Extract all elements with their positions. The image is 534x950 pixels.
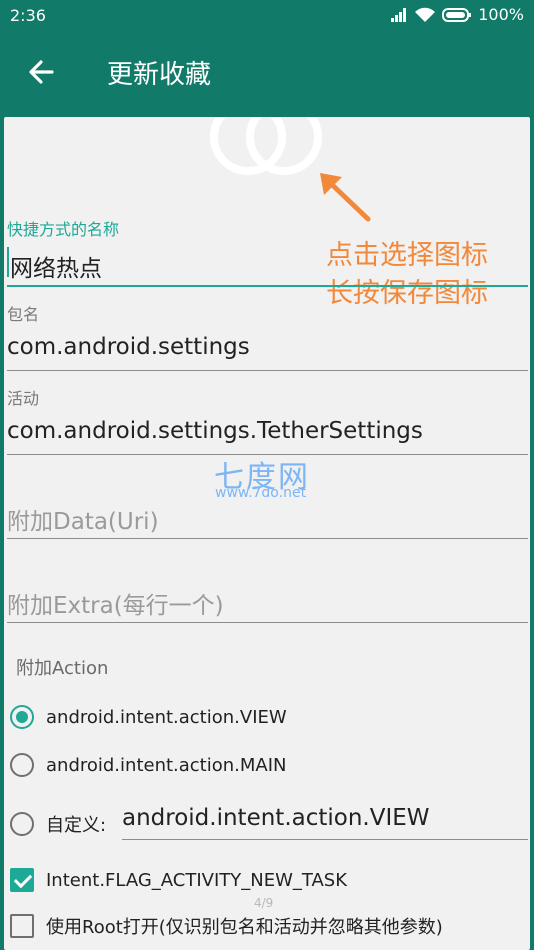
radio-action-custom[interactable]: 自定义: (10, 806, 106, 842)
radio-unselected-icon (10, 812, 34, 836)
extra-input[interactable]: 附加Extra(每行一个) (7, 582, 528, 623)
checkbox-new-task[interactable]: Intent.FLAG_ACTIVITY_NEW_TASK (10, 863, 347, 897)
back-arrow-icon[interactable] (26, 54, 58, 90)
package-label: 包名 (7, 305, 40, 324)
radio-selected-icon (10, 705, 34, 729)
battery-icon (442, 7, 472, 22)
radio-unselected-icon (10, 753, 34, 777)
action-section-label: 附加Action (16, 658, 109, 679)
extra-placeholder: 附加Extra(每行一个) (7, 593, 224, 619)
hint-arrow-icon (320, 173, 371, 222)
radio-action-view[interactable]: android.intent.action.VIEW (10, 699, 287, 735)
page-title: 更新收藏 (107, 60, 212, 90)
status-time: 2:36 (10, 6, 46, 25)
wifi-icon (415, 7, 436, 22)
checkbox-label: 使用Root打开(仅识别包名和活动并忽略其他参数) (46, 917, 443, 938)
data-uri-input[interactable]: 附加Data(Uri) (7, 498, 528, 539)
checkbox-label: Intent.FLAG_ACTIVITY_NEW_TASK (46, 869, 348, 891)
checkbox-unchecked-icon (10, 914, 34, 938)
status-icons: 100% (390, 5, 524, 24)
checkbox-checked-icon (10, 868, 34, 892)
data-uri-placeholder: 附加Data(Uri) (7, 509, 159, 535)
radio-label: android.intent.action.MAIN (46, 754, 287, 776)
activity-input[interactable]: com.android.settings.TetherSettings (7, 414, 528, 455)
radio-label: 自定义: (46, 815, 107, 836)
text-cursor (7, 247, 9, 277)
shortcut-name-input[interactable]: 网络热点 (7, 245, 528, 287)
activity-label: 活动 (7, 389, 40, 408)
radio-action-main[interactable]: android.intent.action.MAIN (10, 747, 287, 783)
shortcut-name-value: 网络热点 (10, 256, 102, 282)
checkbox-root-open[interactable]: 使用Root打开(仅识别包名和活动并忽略其他参数) (10, 909, 443, 943)
page-indicator: 4/9 (254, 896, 274, 910)
hotspot-icon[interactable] (202, 117, 332, 189)
battery-percent: 100% (478, 5, 524, 24)
package-input[interactable]: com.android.settings (7, 330, 528, 371)
signal-icon (391, 7, 407, 22)
custom-action-value: android.intent.action.VIEW (122, 805, 430, 831)
package-value: com.android.settings (7, 334, 250, 360)
status-bar: 2:36 100% (0, 0, 534, 32)
form-card: 点击选择图标 长按保存图标 快捷方式的名称 网络热点 包名 com.androi… (4, 117, 530, 950)
shortcut-name-label: 快捷方式的名称 (7, 220, 120, 239)
radio-label: android.intent.action.VIEW (46, 706, 287, 728)
activity-value: com.android.settings.TetherSettings (7, 418, 423, 444)
custom-action-input[interactable]: android.intent.action.VIEW (122, 799, 528, 840)
app-bar: 更新收藏 (0, 32, 534, 114)
